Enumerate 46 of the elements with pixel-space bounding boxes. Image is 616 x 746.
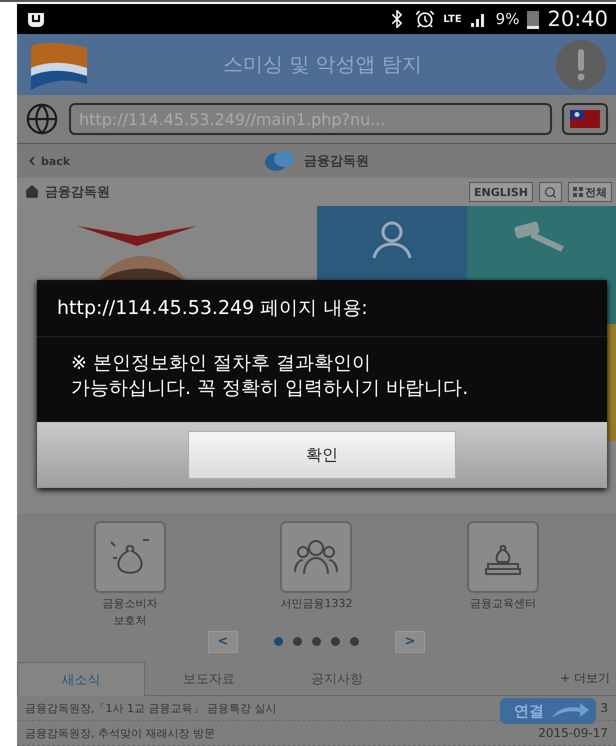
english-button[interactable]: ENGLISH xyxy=(469,182,533,202)
news-title[interactable]: 금융감독원장,「1사 1교 금융교육」 금융특강 실시 xyxy=(25,700,276,716)
quick-link[interactable]: 금융소비자 보호처 xyxy=(70,521,190,628)
network-type: LTE xyxy=(443,14,462,24)
exclamation-icon xyxy=(577,48,585,80)
page-dot[interactable] xyxy=(350,637,359,646)
site-home-title: 금융감독원 xyxy=(45,184,111,201)
person-icon xyxy=(370,220,414,260)
news-tab[interactable]: 공지사항 xyxy=(273,662,401,696)
news-date: 3 xyxy=(600,701,608,716)
grid-icon xyxy=(573,187,583,197)
next-button[interactable]: > xyxy=(395,630,425,653)
more-link[interactable]: + 더보기 xyxy=(560,670,616,688)
page-dot[interactable] xyxy=(331,637,340,646)
site-title: 금융감독원 xyxy=(304,153,369,170)
app-title: 스미싱 및 악성앱 탐지 xyxy=(222,51,424,78)
dialog-message: ※ 본인정보화인 절차후 결과확인이 가능하십니다. 꼭 정확히 입력하시기 바랍니다. xyxy=(70,351,470,401)
battery-icon xyxy=(527,9,540,29)
globe-icon[interactable] xyxy=(25,102,59,136)
page-dot[interactable] xyxy=(293,637,302,646)
news-title[interactable]: 금융감독원장, 추석맞이 재래시장 방문 xyxy=(25,726,215,741)
home-icon[interactable] xyxy=(25,185,39,199)
warning-button[interactable] xyxy=(556,40,606,90)
page-dot[interactable] xyxy=(274,637,283,646)
previous-button[interactable]: < xyxy=(208,630,238,653)
dialog-title: http://114.45.53.249 페이지 내용: xyxy=(37,280,607,337)
arrow-icon xyxy=(550,702,590,720)
flag-button[interactable] xyxy=(562,103,608,135)
ok-button[interactable]: 확인 xyxy=(188,431,456,480)
site-logo-icon xyxy=(264,150,296,172)
quick-link[interactable]: 서민금융1332 xyxy=(256,521,376,628)
alarm-icon xyxy=(415,9,436,29)
news-tab[interactable]: 새소식 xyxy=(17,662,145,696)
search-button[interactable] xyxy=(539,182,562,202)
flag-icon xyxy=(570,110,600,128)
clock: 20:40 xyxy=(547,7,608,31)
search-icon xyxy=(544,186,557,198)
news-date: 2015-09-17 xyxy=(538,726,608,740)
quick-link[interactable]: 금융교육센터 xyxy=(442,521,563,628)
battery-percent: 9% xyxy=(496,10,520,28)
carrier-logo-icon xyxy=(25,10,47,28)
all-menu-button[interactable]: 전체 xyxy=(568,182,612,202)
page-dot[interactable] xyxy=(312,637,321,646)
back-link[interactable]: back xyxy=(25,154,105,168)
news-tab[interactable]: 보도자료 xyxy=(145,662,273,696)
connect-button[interactable]: 연결 xyxy=(500,698,596,724)
